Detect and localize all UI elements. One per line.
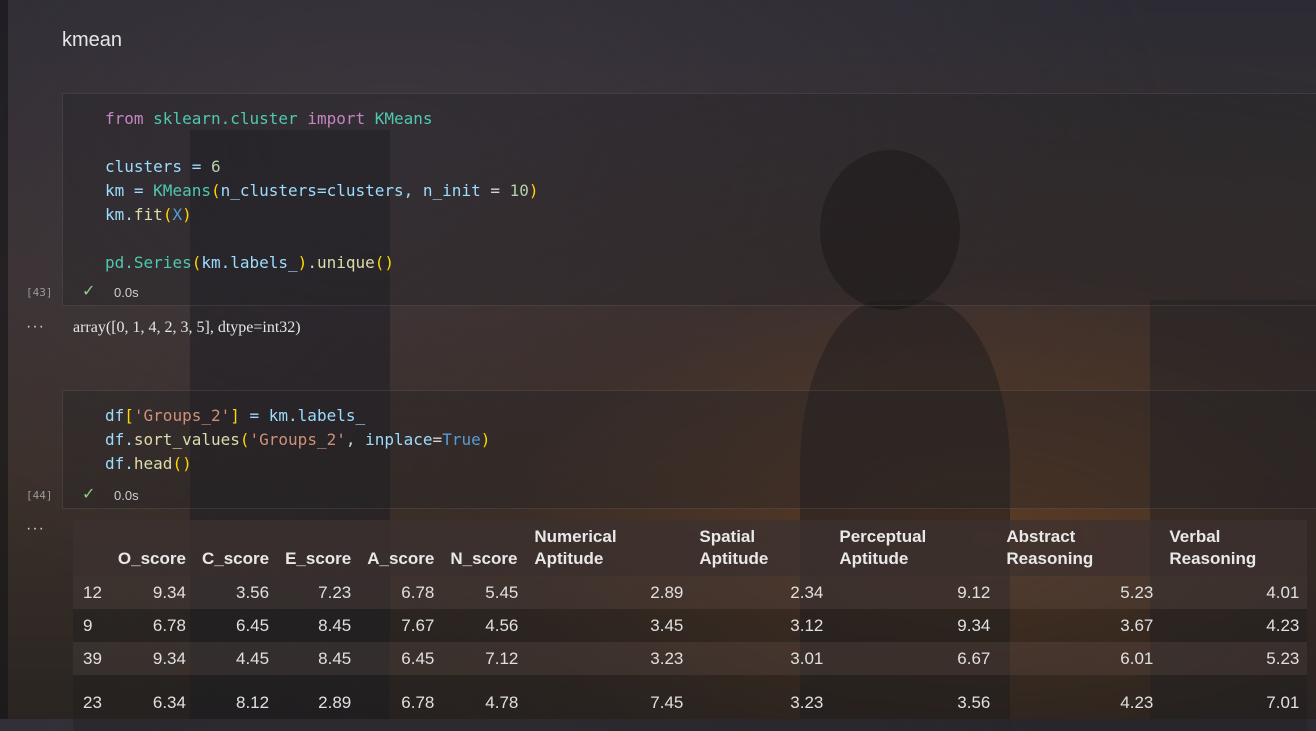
table-cell: 4.78	[442, 675, 527, 731]
dataframe-table: O_score C_score E_score A_score N_score …	[73, 520, 1308, 731]
execution-time: 0.0s	[114, 488, 139, 503]
table-cell: 6.67	[831, 642, 999, 675]
column-header: E_score	[277, 520, 360, 576]
column-header: N_score	[442, 520, 527, 576]
execution-count: [43]	[26, 286, 53, 299]
table-cell: 2.89	[526, 576, 692, 609]
table-cell: 3.56	[193, 576, 278, 609]
more-icon[interactable]: ···	[26, 520, 45, 538]
table-cell: 9.12	[831, 576, 999, 609]
table-cell: 3.23	[691, 675, 832, 731]
code-line: df.head()	[105, 454, 192, 473]
table-cell: 7.45	[526, 675, 692, 731]
column-header: Verbal Reasoning	[1161, 520, 1308, 576]
row-index: 23	[73, 675, 110, 731]
table-cell: 5.45	[442, 576, 527, 609]
check-icon: ✓	[82, 283, 96, 300]
table-cell: 2.89	[277, 675, 360, 731]
table-cell: 9.34	[831, 609, 999, 642]
code-line: km.fit(X)	[105, 205, 192, 224]
code-line: pd.Series(km.labels_).unique()	[105, 253, 395, 272]
markdown-heading: kmean	[62, 29, 123, 51]
check-icon: ✓	[82, 486, 96, 503]
code-line: km = KMeans(n_clusters=clusters, n_init …	[105, 181, 539, 200]
activity-bar-edge	[0, 0, 8, 719]
cell-output-text: array([0, 1, 4, 2, 3, 5], dtype=int32)	[73, 319, 301, 336]
code-line: df.sort_values('Groups_2', inplace=True)	[105, 430, 491, 449]
table-cell: 3.23	[526, 642, 692, 675]
code-line: df['Groups_2'] = km.labels_	[105, 406, 366, 425]
table-cell: 6.01	[998, 642, 1162, 675]
column-header: A_score	[359, 520, 443, 576]
code-editor-44[interactable]: df['Groups_2'] = km.labels_ df.sort_valu…	[105, 404, 490, 476]
column-header: Spatial Aptitude	[691, 520, 832, 576]
table-cell: 3.01	[691, 642, 832, 675]
table-cell: 8.45	[277, 609, 360, 642]
column-header-index	[73, 520, 110, 576]
row-index: 39	[73, 642, 110, 675]
table-cell: 6.45	[359, 642, 443, 675]
table-header-row: O_score C_score E_score A_score N_score …	[73, 520, 1308, 576]
table-cell: 4.01	[1161, 576, 1308, 609]
table-cell: 8.45	[277, 642, 360, 675]
more-icon[interactable]: ···	[26, 318, 45, 336]
column-header: Perceptual Aptitude	[831, 520, 999, 576]
table-cell: 5.23	[998, 576, 1162, 609]
table-cell: 7.12	[442, 642, 527, 675]
code-line: clusters = 6	[105, 157, 221, 176]
execution-time: 0.0s	[114, 285, 139, 300]
table-cell: 6.78	[109, 609, 194, 642]
table-cell: 5.23	[1161, 642, 1308, 675]
column-header: Numerical Aptitude	[526, 520, 692, 576]
table-cell: 4.56	[442, 609, 527, 642]
table-cell: 2.34	[691, 576, 832, 609]
table-cell: 6.34	[109, 675, 194, 731]
table-cell: 6.78	[359, 576, 443, 609]
table-row: 39 9.34 4.45 8.45 6.45 7.12 3.23 3.01 6.…	[73, 642, 1308, 675]
code-editor-43[interactable]: from sklearn.cluster import KMeans clust…	[105, 107, 539, 275]
table-cell: 3.45	[526, 609, 692, 642]
table-cell: 7.23	[277, 576, 360, 609]
table-cell: 3.56	[831, 675, 999, 731]
table-cell: 4.23	[1161, 609, 1308, 642]
table-cell: 6.45	[193, 609, 278, 642]
column-header: O_score	[109, 520, 194, 576]
table-cell: 8.12	[193, 675, 278, 731]
column-header: C_score	[193, 520, 278, 576]
table-cell: 4.45	[193, 642, 278, 675]
code-line: from sklearn.cluster import KMeans	[105, 109, 433, 128]
table-cell: 6.78	[359, 675, 443, 731]
column-header: Abstract Reasoning	[998, 520, 1162, 576]
table-cell: 7.67	[359, 609, 443, 642]
table-cell: 3.12	[691, 609, 832, 642]
table-cell: 9.34	[109, 576, 194, 609]
table-row: 23 6.34 8.12 2.89 6.78 4.78 7.45 3.23 3.…	[73, 675, 1308, 731]
table-cell: 9.34	[109, 642, 194, 675]
table-cell: 3.67	[998, 609, 1162, 642]
execution-count: [44]	[26, 489, 53, 502]
table-row: 12 9.34 3.56 7.23 6.78 5.45 2.89 2.34 9.…	[73, 576, 1308, 609]
table-cell: 4.23	[998, 675, 1162, 731]
row-index: 12	[73, 576, 110, 609]
table-cell: 7.01	[1161, 675, 1308, 731]
row-index: 9	[73, 609, 110, 642]
table-row: 9 6.78 6.45 8.45 7.67 4.56 3.45 3.12 9.3…	[73, 609, 1308, 642]
